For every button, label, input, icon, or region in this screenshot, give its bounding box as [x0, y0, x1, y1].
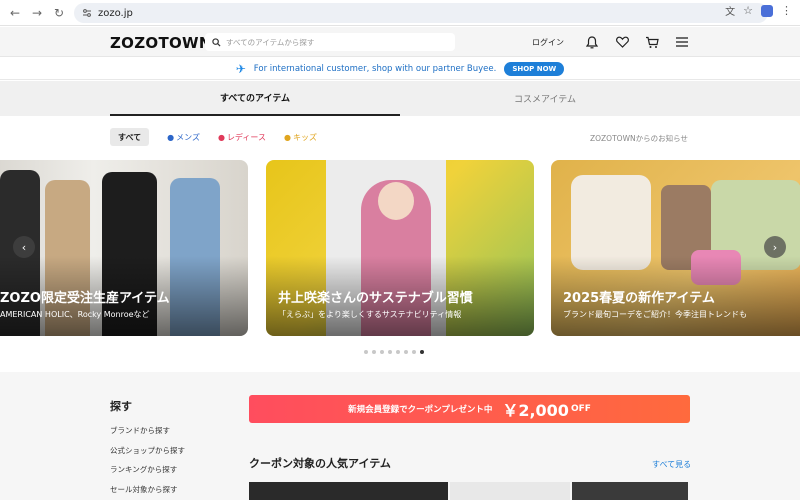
- menu-dots-icon[interactable]: ⋮: [781, 4, 792, 17]
- slide-title: ZOZO限定受注生産アイテム: [0, 291, 170, 306]
- slide-title: 井上咲楽さんのサステナブル習慣: [278, 291, 473, 306]
- carousel-slide[interactable]: ZOZO限定受注生産アイテム AMERICAN HOLIC、Rocky Monr…: [0, 160, 248, 336]
- popular-items-title: クーポン対象の人気アイテム: [249, 457, 391, 470]
- back-icon[interactable]: ←: [4, 2, 26, 24]
- extension-icon[interactable]: [761, 4, 773, 17]
- filter-kids[interactable]: ● キッズ: [284, 128, 317, 146]
- coupon-suffix: OFF: [570, 404, 591, 414]
- airplane-icon: ✈: [235, 61, 246, 76]
- sidebar-link-ranking[interactable]: ランキングから探す: [110, 464, 177, 475]
- carousel-dot[interactable]: [380, 350, 384, 354]
- lower-section: [0, 372, 800, 500]
- promo-text: For international customer, shop with ou…: [253, 63, 497, 74]
- product-thumbnail[interactable]: [571, 482, 688, 500]
- tab-cosme-items[interactable]: コスメアイテム: [400, 81, 690, 116]
- sidebar-link-sale[interactable]: セール対象から探す: [110, 484, 178, 495]
- carousel-prev-button[interactable]: ‹: [13, 236, 35, 258]
- carousel-dot[interactable]: [412, 350, 416, 354]
- popular-items-row: [249, 482, 690, 500]
- slide-subtitle: ブランド最旬コーデをご紹介！今季注目トレンドも: [563, 310, 747, 319]
- star-icon[interactable]: ☆: [743, 4, 753, 17]
- kid-icon: ●: [283, 132, 291, 142]
- heart-icon[interactable]: [614, 34, 630, 50]
- filter-mens[interactable]: ● メンズ: [167, 128, 200, 146]
- carousel-dot[interactable]: [396, 350, 400, 354]
- see-all-link[interactable]: すべて見る: [652, 459, 691, 470]
- site-info-icon[interactable]: [82, 8, 92, 18]
- chevron-right-icon: ›: [772, 240, 778, 254]
- coupon-banner[interactable]: 新規会員登録でクーポンプレゼント中 ￥2,000 OFF: [249, 395, 690, 423]
- carousel-dot[interactable]: [404, 350, 408, 354]
- bell-icon[interactable]: [584, 34, 600, 50]
- login-link[interactable]: ログイン: [532, 37, 564, 48]
- carousel-slide[interactable]: 2025春夏の新作アイテム ブランド最旬コーデをご紹介！今季注目トレンドも: [551, 160, 800, 336]
- carousel-dot[interactable]: [420, 350, 424, 354]
- carousel-dot[interactable]: [364, 350, 368, 354]
- chevron-left-icon: ‹: [21, 240, 27, 254]
- gender-filters: すべて ● メンズ ● レディース ● キッズ: [110, 128, 335, 146]
- forward-icon[interactable]: →: [26, 2, 48, 24]
- translate-icon[interactable]: 文: [725, 3, 735, 18]
- url-text: zozo.jp: [98, 7, 133, 19]
- carousel-dot[interactable]: [372, 350, 376, 354]
- site-header: ZOZOTOWN すべてのアイテムから探す ログイン: [0, 27, 800, 57]
- cart-icon[interactable]: [644, 34, 660, 50]
- coupon-text: 新規会員登録でクーポンプレゼント中: [348, 405, 493, 415]
- category-tabs: すべてのアイテム コスメアイテム: [0, 81, 800, 116]
- address-bar[interactable]: zozo.jp: [74, 3, 768, 23]
- slide-subtitle: AMERICAN HOLIC、Rocky Monroeなど: [0, 310, 150, 319]
- slide-subtitle: 「えらぶ」をより楽しくするサステナビリティ情報: [278, 310, 462, 319]
- product-thumbnail[interactable]: [450, 482, 570, 500]
- sidebar-link-brand[interactable]: ブランドから探す: [110, 425, 170, 436]
- search-icon: [212, 37, 221, 47]
- filter-kids-label: キッズ: [292, 132, 317, 142]
- carousel-next-button[interactable]: ›: [764, 236, 786, 258]
- buyee-promo-banner[interactable]: ✈ For international customer, shop with …: [0, 58, 800, 80]
- carousel-dots: [364, 350, 428, 354]
- product-thumbnail[interactable]: [249, 482, 449, 500]
- notice-link[interactable]: ZOZOTOWNからのお知らせ: [590, 133, 688, 144]
- woman-icon: ●: [217, 132, 225, 142]
- man-icon: ●: [167, 132, 175, 142]
- filter-mens-label: メンズ: [176, 132, 200, 142]
- reload-icon[interactable]: ↻: [48, 2, 70, 24]
- coupon-amount: ￥2,000: [502, 401, 569, 420]
- carousel-dot[interactable]: [388, 350, 392, 354]
- slide-title: 2025春夏の新作アイテム: [563, 291, 715, 306]
- filter-ladies[interactable]: ● レディース: [218, 128, 266, 146]
- browser-toolbar: ← → ↻ zozo.jp 文 ☆ ⋮: [0, 0, 800, 26]
- filter-ladies-label: レディース: [226, 132, 266, 142]
- hamburger-menu-icon[interactable]: [674, 34, 690, 50]
- sidebar-title: 探す: [110, 400, 132, 413]
- filter-all[interactable]: すべて: [110, 128, 150, 146]
- shop-now-button[interactable]: SHOP NOW: [504, 61, 565, 76]
- feature-carousel: ZOZO限定受注生産アイテム AMERICAN HOLIC、Rocky Monr…: [0, 160, 800, 336]
- search-input[interactable]: すべてのアイテムから探す: [205, 33, 455, 51]
- search-placeholder: すべてのアイテムから探す: [226, 37, 315, 47]
- carousel-slide[interactable]: 井上咲楽さんのサステナブル習慣 「えらぶ」をより楽しくするサステナビリティ情報: [266, 160, 534, 336]
- face-photo: [378, 182, 414, 220]
- tab-all-items[interactable]: すべてのアイテム: [110, 81, 400, 116]
- logo[interactable]: ZOZOTOWN: [110, 34, 212, 52]
- sidebar-link-shop[interactable]: 公式ショップから探す: [110, 445, 185, 456]
